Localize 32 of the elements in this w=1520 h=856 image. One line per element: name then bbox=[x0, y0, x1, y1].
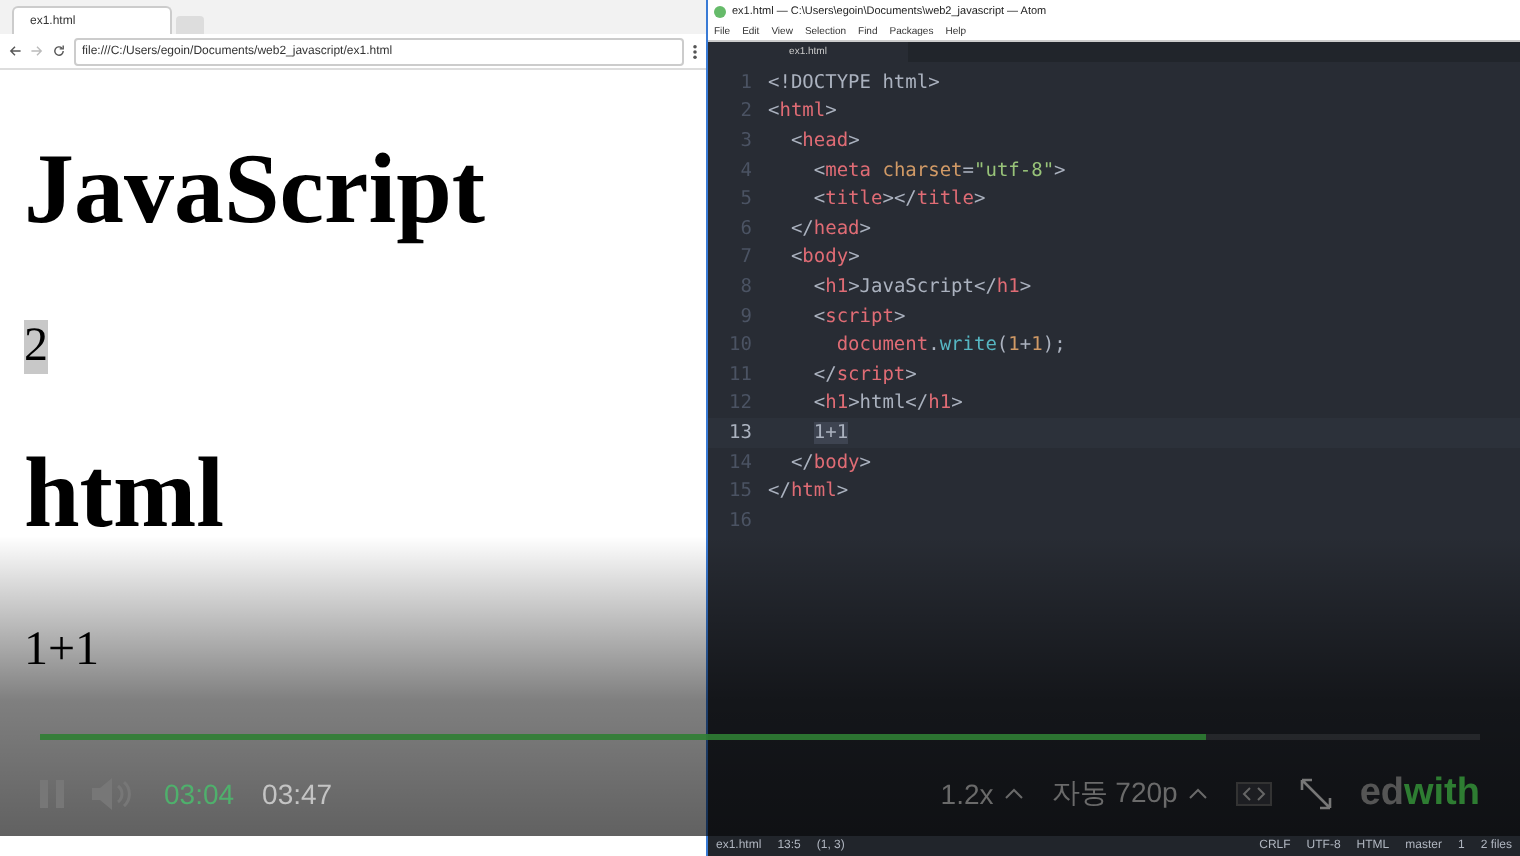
duration: 03:47 bbox=[262, 778, 333, 810]
caret-icon bbox=[1187, 788, 1208, 800]
fullscreen-icon[interactable] bbox=[1299, 778, 1332, 810]
page-text: 2 bbox=[24, 320, 48, 374]
page-heading: html bbox=[24, 438, 224, 548]
code-line: <meta charset="utf-8"> bbox=[811, 159, 1066, 182]
current-time: 03:04 bbox=[164, 778, 235, 810]
page-heading: JavaScript bbox=[24, 134, 486, 244]
code-line: <head> bbox=[788, 129, 860, 152]
code-icon[interactable] bbox=[1235, 782, 1272, 806]
code-line: <!DOCTYPE html> bbox=[768, 71, 940, 94]
code-line: document.write(1+1); bbox=[834, 334, 1066, 357]
page-text: 1+1 bbox=[24, 624, 100, 678]
atom-logo-icon bbox=[714, 5, 726, 17]
caret-icon bbox=[1003, 788, 1024, 800]
code-line: </body> bbox=[788, 451, 872, 474]
back-icon[interactable] bbox=[8, 44, 22, 58]
code-line: </head> bbox=[788, 217, 872, 240]
edwith-logo: edwith bbox=[1359, 772, 1480, 816]
progress-track[interactable] bbox=[40, 734, 1480, 740]
code-line: <html> bbox=[768, 100, 837, 123]
code-line: <h1>JavaScript</h1> bbox=[811, 275, 1032, 298]
code-line: <script> bbox=[811, 305, 906, 328]
forward-icon[interactable] bbox=[30, 44, 44, 58]
line-number: 13 bbox=[727, 421, 754, 444]
code-line: <h1>html</h1> bbox=[811, 392, 963, 415]
reload-icon[interactable] bbox=[52, 44, 66, 58]
code-line: </html> bbox=[768, 480, 849, 503]
code-line: <title></title> bbox=[811, 188, 986, 211]
menu-icon[interactable] bbox=[692, 43, 698, 59]
code-line: <body> bbox=[788, 246, 860, 269]
code-line: </script> bbox=[811, 363, 917, 386]
